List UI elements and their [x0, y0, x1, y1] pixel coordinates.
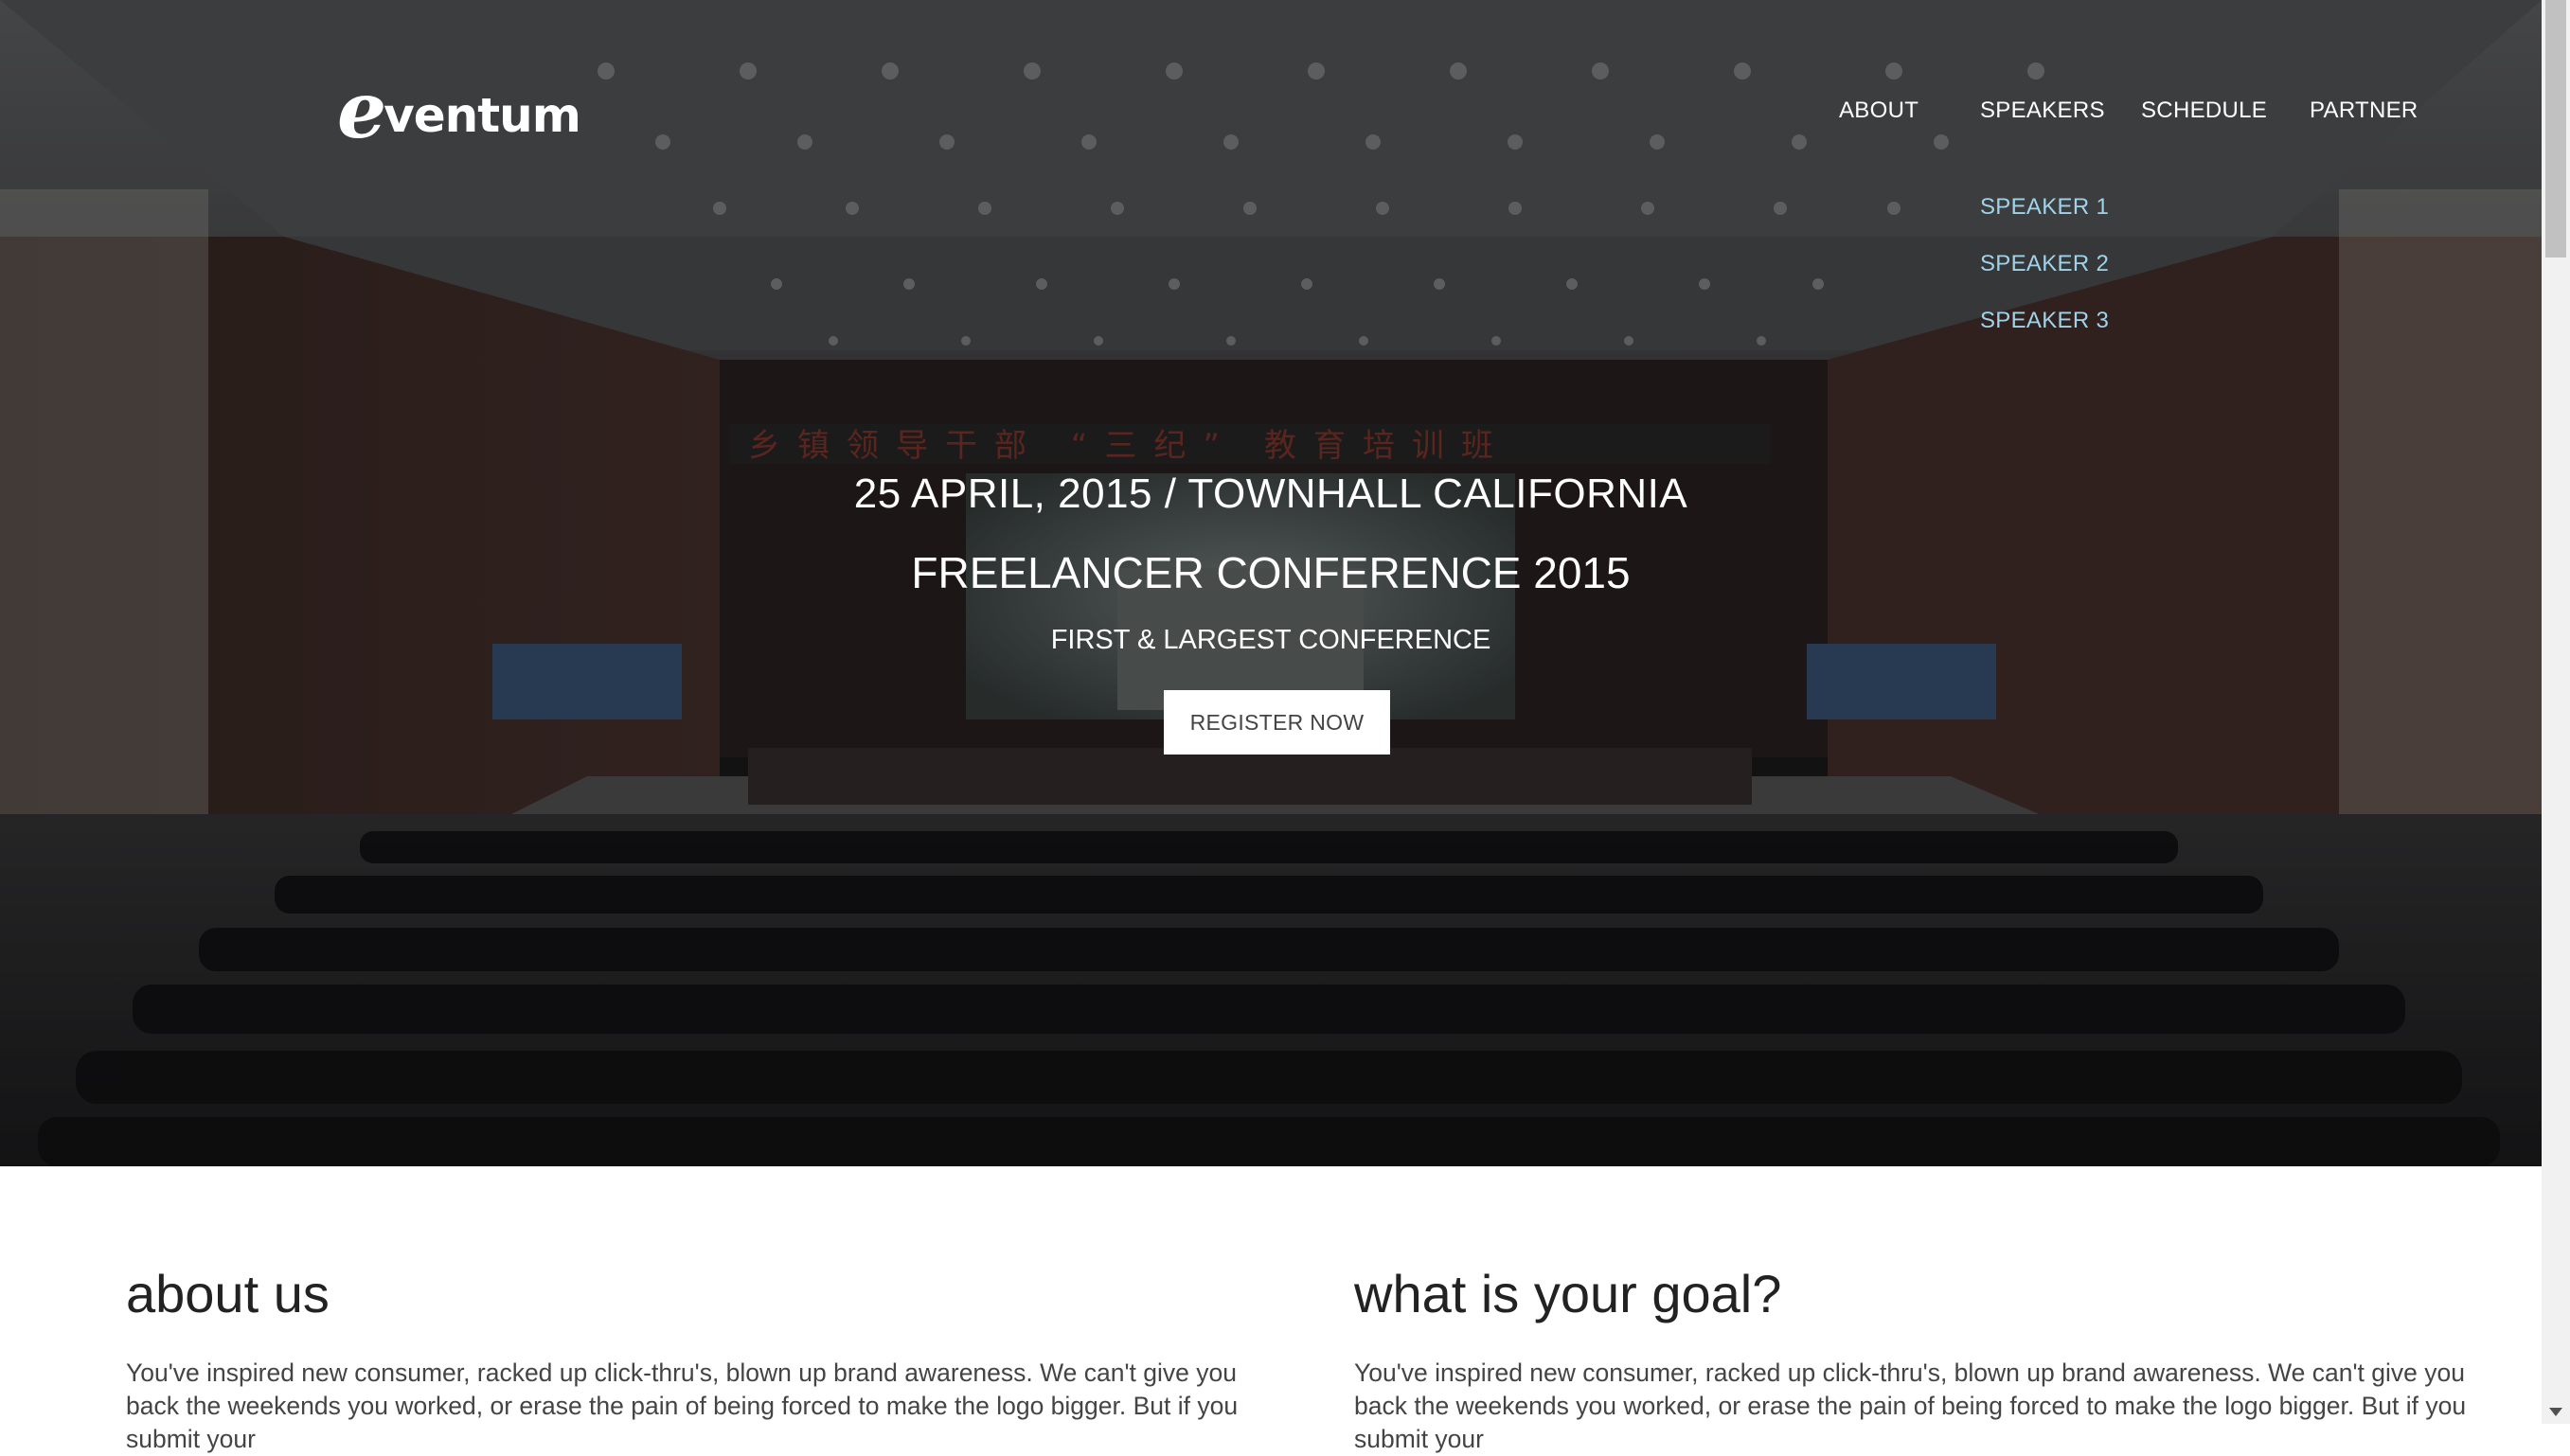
- event-date-location: 25 APRIL, 2015 / TOWNHALL CALIFORNIA: [853, 471, 1688, 517]
- goal-text: You've inspired new consumer, racked up …: [1354, 1358, 2467, 1453]
- nav-speakers[interactable]: SPEAKERS: [1980, 98, 2105, 124]
- nav-schedule[interactable]: SCHEDULE: [2141, 98, 2267, 124]
- hero-section: 乡镇领导干部 “三纪” 教育培训班 e ventum ABOUT SPEAKER…: [0, 0, 2542, 1166]
- scroll-down-arrow-icon[interactable]: [2549, 1408, 2562, 1416]
- scrollbar-thumb[interactable]: [2545, 0, 2566, 257]
- eventum-logo[interactable]: e ventum: [337, 66, 581, 150]
- dropdown-speaker-2[interactable]: SPEAKER 2: [1980, 251, 2109, 277]
- register-now-button[interactable]: REGISTER NOW: [1164, 690, 1390, 755]
- nav-partner[interactable]: PARTNER: [2310, 98, 2418, 124]
- page-scrollbar[interactable]: [2542, 0, 2570, 1424]
- goal-heading: what is your goal?: [1354, 1264, 1782, 1323]
- event-subtitle: FIRST & LARGEST CONFERENCE: [1050, 625, 1491, 655]
- logo-wordmark: ventum: [384, 88, 581, 143]
- dropdown-speaker-1[interactable]: SPEAKER 1: [1980, 194, 2109, 221]
- logo-initial: e: [337, 65, 386, 156]
- info-section: about us You've inspired new consumer, r…: [0, 1166, 2542, 1453]
- about-us-heading: about us: [126, 1264, 330, 1323]
- nav-about[interactable]: ABOUT: [1839, 98, 1919, 124]
- dropdown-speaker-3[interactable]: SPEAKER 3: [1980, 308, 2109, 334]
- event-title: FREELANCER CONFERENCE 2015: [911, 548, 1631, 597]
- about-us-text: You've inspired new consumer, racked up …: [126, 1358, 1239, 1453]
